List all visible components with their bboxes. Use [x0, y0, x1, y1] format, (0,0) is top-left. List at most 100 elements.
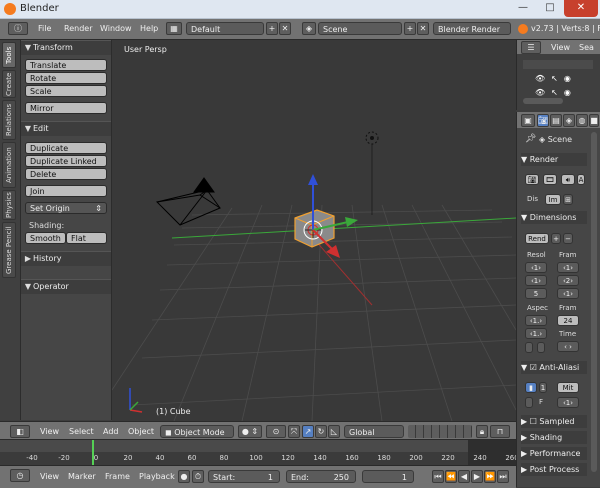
pivot-point-icon[interactable]: ⊙ [266, 425, 286, 438]
record-icon[interactable]: ● [178, 470, 190, 483]
outliner-visibility-icons[interactable]: 👁︎↖◉ [535, 74, 577, 83]
layer-buttons[interactable] [408, 425, 472, 438]
duplicate-linked-button[interactable]: Duplicate Linked [25, 155, 107, 167]
outliner-editor-icon[interactable]: ☰ [521, 41, 541, 54]
outliner-search[interactable]: Sea [579, 43, 594, 52]
transform-orientation-select[interactable]: Global [344, 425, 404, 438]
properties-editor[interactable]: ▣ 📷︎ ▤ ◈ ◍ ■ 📌︎ ◈ Scene ▼ Render 📷︎ 🎞︎ 🔊… [516, 112, 600, 487]
outliner-scrollbar[interactable] [523, 98, 563, 104]
display-lock-icon[interactable]: ⊞ [563, 194, 573, 205]
aa-samples-value[interactable]: 1 [539, 382, 547, 393]
render-panel-header[interactable]: ▼ Render [521, 153, 587, 166]
shading-mode-icon[interactable]: ● ⇕ [238, 425, 262, 438]
antialiasing-panel-header[interactable]: ▼ ☑ Anti-Aliasi [521, 361, 587, 374]
snap-icon[interactable]: ⊓ [490, 425, 510, 438]
menu-marker[interactable]: Marker [68, 472, 96, 481]
tab-relations[interactable]: Relations [2, 100, 16, 140]
menu-help[interactable]: Help [140, 24, 158, 33]
outliner-visibility-icons[interactable]: 👁︎↖◉ [535, 88, 577, 97]
end-frame-field[interactable]: End: 250 [286, 470, 356, 483]
filter-size-field[interactable]: ‹1› [557, 397, 579, 408]
scene-select[interactable]: Scene [318, 22, 402, 35]
transform-panel-header[interactable]: ▼ Transform [21, 40, 111, 55]
properties-editor-icon[interactable]: ▣ [521, 114, 535, 127]
jump-end-icon[interactable]: ⏭ [497, 470, 509, 483]
full-sample-checkbox[interactable] [525, 397, 533, 408]
menu-frame[interactable]: Frame [105, 472, 130, 481]
screen-layout-select[interactable]: Default [186, 22, 264, 35]
edit-panel-header[interactable]: ▼ Edit [21, 121, 111, 136]
next-key-icon[interactable]: ⏩ [484, 470, 496, 483]
mirror-button[interactable]: Mirror [25, 102, 107, 114]
frame-rate-select[interactable]: 24 [557, 315, 579, 326]
tab-tools[interactable]: Tools [2, 42, 16, 68]
resolution-percent-field[interactable]: 5 [525, 288, 547, 299]
timeline-editor-icon[interactable]: ◷ [10, 469, 30, 482]
aa-filter-select[interactable]: Mit [557, 382, 579, 393]
editor-type-icon[interactable]: ◧ [10, 425, 30, 438]
editor-type-icon[interactable]: ⓘ [8, 22, 28, 35]
timeline-area[interactable]: -40 -20 0 20 40 60 80 100 120 140 160 180 200 220 240 2… [0, 439, 519, 466]
sampled-motion-blur-header[interactable]: ▶ ☐ Sampled [521, 415, 587, 428]
render-image-button[interactable]: 📷︎ [525, 174, 539, 185]
shading-panel-header[interactable]: ▶ Shading [521, 431, 587, 444]
join-button[interactable]: Join [25, 185, 107, 197]
crop-checkbox[interactable] [537, 342, 545, 353]
flat-button[interactable]: Flat [66, 232, 107, 244]
translate-manipulator-icon[interactable]: ↗ [302, 425, 314, 438]
scene-icon[interactable]: ◈ [302, 22, 316, 35]
menu-timeline-view[interactable]: View [40, 472, 59, 481]
menu-select[interactable]: Select [69, 427, 94, 436]
tab-grease-pencil[interactable]: Grease Pencil [2, 222, 16, 278]
resolution-y-field[interactable]: ‹1› [525, 275, 547, 286]
pin-icon[interactable]: 📌︎ [525, 134, 536, 144]
performance-panel-header[interactable]: ▶ Performance [521, 447, 587, 460]
set-origin-select[interactable]: Set Origin ⇕ [25, 202, 107, 214]
maximize-button[interactable]: □ [537, 0, 563, 17]
mode-select[interactable]: ◼ Object Mode [160, 425, 234, 438]
translate-button[interactable]: Translate [25, 59, 107, 71]
render-audio-button[interactable]: 🔊︎ [561, 174, 575, 185]
play-icon[interactable]: ▶ [471, 470, 483, 483]
display-select[interactable]: Im [545, 194, 561, 205]
timeline-scrub-bar[interactable] [0, 440, 516, 452]
add-layout-button[interactable]: + [266, 22, 278, 35]
render-animation-button[interactable]: 🎞︎ [543, 174, 557, 185]
close-button[interactable]: ✕ [564, 0, 598, 17]
frame-step-field[interactable]: ‹1› [557, 288, 579, 299]
render-engine-select[interactable]: Blender Render [433, 22, 511, 35]
menu-view[interactable]: View [40, 427, 59, 436]
rotate-manipulator-icon[interactable]: ↻ [315, 425, 327, 438]
border-checkbox[interactable] [525, 342, 533, 353]
prev-key-icon[interactable]: ⏪ [445, 470, 457, 483]
rotate-button[interactable]: Rotate [25, 72, 107, 84]
add-scene-button[interactable]: + [404, 22, 416, 35]
resolution-x-field[interactable]: ‹1› [525, 262, 547, 273]
layers-tab-icon[interactable]: ▤ [550, 114, 562, 127]
menu-file[interactable]: File [38, 24, 51, 33]
scale-button[interactable]: Scale [25, 85, 107, 97]
play-reverse-icon[interactable]: ◀ [458, 470, 470, 483]
remove-layout-button[interactable]: ✕ [279, 22, 291, 35]
start-frame-field[interactable]: Start: 1 [208, 470, 280, 483]
delete-button[interactable]: Delete [25, 168, 107, 180]
jump-start-icon[interactable]: ⏮ [432, 470, 444, 483]
dimensions-panel-header[interactable]: ▼ Dimensions [521, 211, 587, 224]
smooth-button[interactable]: Smooth [25, 232, 66, 244]
current-frame-field[interactable]: 1 [362, 470, 414, 483]
menu-add[interactable]: Add [103, 427, 119, 436]
frame-end-field[interactable]: ‹2› [557, 275, 579, 286]
scale-manipulator-icon[interactable]: ◺ [328, 425, 340, 438]
aa-samples-selected[interactable]: ▮ [525, 382, 537, 393]
aspect-x-field[interactable]: ‹1.› [525, 315, 547, 326]
remove-preset-button[interactable]: − [563, 233, 573, 244]
aspect-y-field[interactable]: ‹1.› [525, 328, 547, 339]
remove-scene-button[interactable]: ✕ [417, 22, 429, 35]
post-processing-panel-header[interactable]: ▶ Post Process [521, 463, 587, 476]
scene-tab-icon[interactable]: ◈ [563, 114, 575, 127]
outliner[interactable]: ☰ View Sea 👁︎↖◉ 👁︎↖◉ [516, 40, 600, 110]
minimize-button[interactable]: — [510, 0, 536, 17]
screen-layout-icon[interactable]: ▦ [166, 22, 182, 35]
menu-object[interactable]: Object [128, 427, 154, 436]
time-remap-field[interactable]: ‹ › [557, 341, 579, 352]
